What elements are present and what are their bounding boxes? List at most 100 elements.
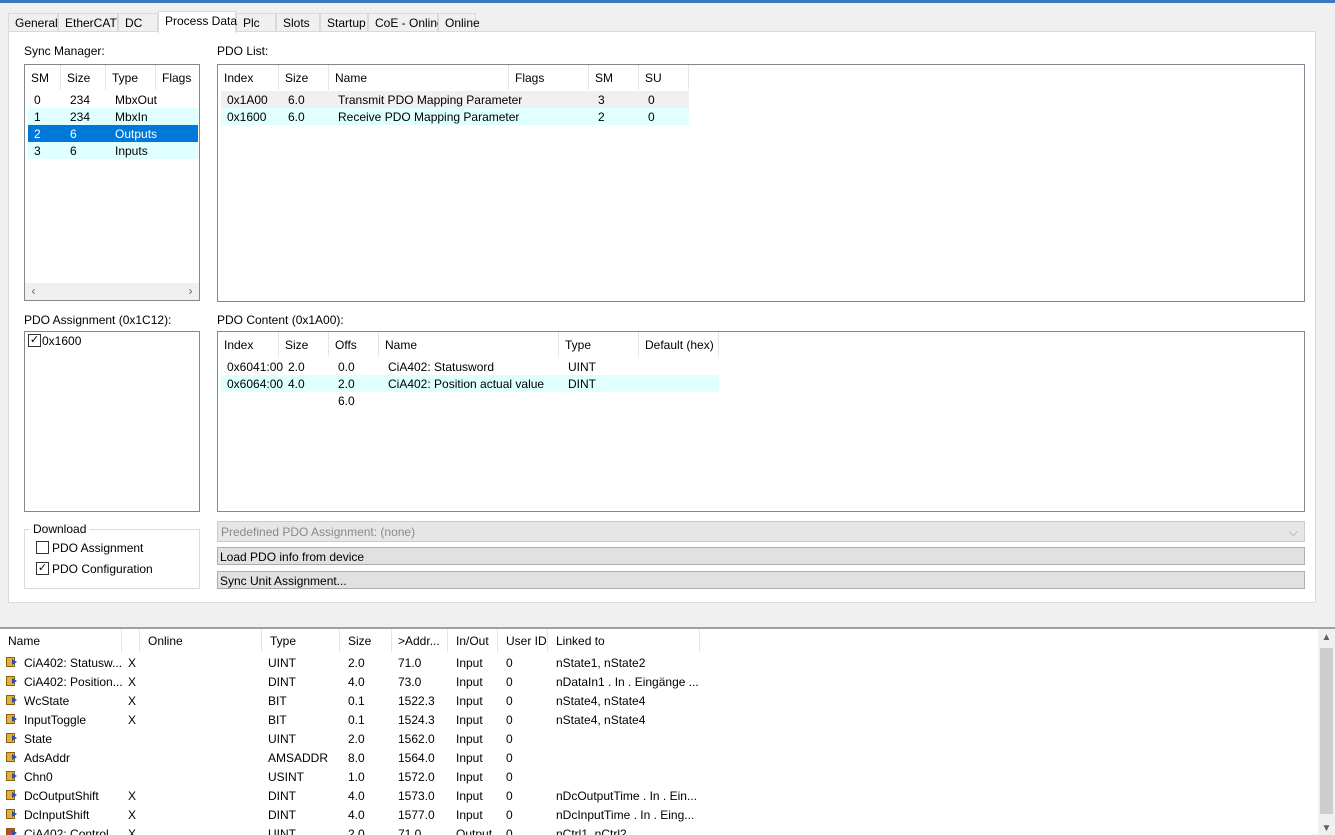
table-row[interactable]: WcState X BIT 0.1 1522.3 Input 0 nState4, nStat… [0,691,1318,710]
index-cell: 0x6064:00 [227,377,284,391]
pdo-content-list[interactable]: Index Size Offs Name Type Default (hex) … [217,331,1305,512]
table-row[interactable]: State UINT 2.0 1562.0 Input 0 [0,729,1318,748]
column-header-addr[interactable]: >Addr... [392,629,448,652]
x-cell: X [128,789,137,803]
list-item-selected[interactable]: 2 6 Outputs [28,125,198,142]
addr-cell: 1564.0 [398,751,435,765]
table-row[interactable]: CiA402: Control... X UINT 2.0 71.0 Output 0 nCt… [0,824,1318,835]
column-header-index[interactable]: Index [218,332,279,357]
type-cell: DINT [268,789,296,803]
tab-ethercat[interactable]: EtherCAT [58,13,118,32]
name-cell: CiA402: Control... [24,827,119,835]
pdo-assignment-checkbox[interactable]: ✓ [28,334,41,347]
tab-process-data[interactable]: Process Data [158,11,237,33]
pdo-assignment-download-checkbox[interactable] [36,541,49,554]
input-variable-icon [6,676,17,686]
column-header-name[interactable]: Name [0,629,122,652]
table-row[interactable]: CiA402: Position... X DINT 4.0 73.0 Input 0 nDa… [0,672,1318,691]
pdo-assignment-item-label[interactable]: 0x1600 [42,334,81,348]
tab-online[interactable]: Online [438,13,480,32]
tab-coe-online[interactable]: CoE - Online [368,13,444,32]
tab-dc[interactable]: DC [118,13,158,32]
list-item[interactable]: 0 234 MbxOut [28,91,198,108]
column-header-size[interactable]: Size [279,65,329,90]
sm-cell: 1 [34,110,41,124]
column-header-blank[interactable] [122,629,140,652]
pdo-configuration-download-label[interactable]: PDO Configuration [52,562,153,576]
type-cell: DINT [568,377,596,391]
column-header-size[interactable]: Size [340,629,392,652]
linked-cell: nDcInputTime . In . Eing... [556,808,695,822]
type-cell: USINT [268,770,304,784]
column-header-userid[interactable]: User ID [498,629,548,652]
table-row[interactable]: 0x6041:00 2.0 0.0 CiA402: Statusword UIN… [221,358,719,375]
table-row[interactable]: 0x1600 6.0 Receive PDO Mapping Parameter… [221,108,689,125]
default-cell [642,392,648,409]
list-item[interactable]: 3 6 Inputs [28,142,198,159]
scrollbar-thumb[interactable] [1320,648,1333,814]
inout-cell: Input [456,789,483,803]
table-row[interactable]: 0x1A00 6.0 Transmit PDO Mapping Paramete… [221,91,689,108]
tab-plc[interactable]: Plc [236,13,276,32]
vertical-scrollbar[interactable]: ▲ ▼ [1318,629,1335,835]
list-item[interactable]: 1 234 MbxIn [28,108,198,125]
addr-cell: 1524.3 [398,713,435,727]
sync-unit-assignment-button[interactable]: Sync Unit Assignment... [217,571,1305,589]
column-header-type[interactable]: Type [106,65,156,90]
column-header-sm[interactable]: SM [589,65,639,90]
tab-slots[interactable]: Slots [276,13,320,32]
table-row[interactable]: Chn0 USINT 1.0 1572.0 Input 0 [0,767,1318,786]
column-header-type[interactable]: Type [559,332,639,357]
table-row[interactable]: 0x6064:00 4.0 2.0 CiA402: Position actua… [221,375,719,392]
table-row[interactable]: AdsAddr AMSADDR 8.0 1564.0 Input 0 [0,748,1318,767]
column-header-online[interactable]: Online [140,629,262,652]
scroll-up-icon[interactable]: ▲ [1318,632,1335,643]
table-row[interactable]: DcOutputShift X DINT 4.0 1573.0 Input 0 nDcOutp… [0,786,1318,805]
variables-grid[interactable]: Name Online Type Size >Addr... In/Out Us… [0,627,1335,835]
load-pdo-info-button[interactable]: Load PDO info from device [217,547,1305,565]
scroll-right-icon[interactable]: › [182,284,199,299]
table-row[interactable]: 6.0 [221,392,719,409]
addr-cell: 71.0 [398,656,422,670]
userid-cell: 0 [506,751,513,765]
column-header-default[interactable]: Default (hex) [639,332,719,357]
column-header-flags[interactable]: Flags [509,65,589,90]
scroll-left-icon[interactable]: ‹ [25,284,42,299]
inout-cell: Input [456,770,483,784]
size-cell: 6 [70,127,77,141]
column-header-flags[interactable]: Flags [156,65,199,90]
table-row[interactable]: DcInputShift X DINT 4.0 1577.0 Input 0 nDcInput… [0,805,1318,824]
table-row[interactable]: InputToggle X BIT 0.1 1524.3 Input 0 nState4, n… [0,710,1318,729]
size-cell: 6 [70,144,77,158]
column-header-su[interactable]: SU [639,65,689,90]
column-header-name[interactable]: Name [379,332,559,357]
splitter[interactable] [0,604,1335,627]
column-header-size[interactable]: Size [61,65,106,90]
output-variable-icon [6,828,17,835]
tab-startup[interactable]: Startup [320,13,368,32]
tab-general[interactable]: General [8,13,58,32]
predefined-pdo-assignment-select[interactable]: Predefined PDO Assignment: (none) ⌵ [217,521,1305,542]
pdo-assignment-list[interactable]: ✓ 0x1600 [24,331,200,512]
linked-cell [556,767,700,786]
horizontal-scrollbar[interactable]: ‹ › [25,283,199,300]
input-variable-icon [6,733,17,743]
sync-manager-list[interactable]: SM Size Type Flags 0 234 MbxOut 1 234 Mb… [24,64,200,301]
name-cell: WcState [24,694,70,708]
x-cell: X [128,675,137,689]
column-header-sm[interactable]: SM [25,65,61,90]
type-cell: UINT [568,360,596,374]
table-row[interactable]: CiA402: Statusw... X UINT 2.0 71.0 Input 0 nSta… [0,653,1318,672]
pdo-assignment-download-label[interactable]: PDO Assignment [52,541,143,555]
pdo-configuration-download-checkbox[interactable]: ✓ [36,562,49,575]
pdo-list[interactable]: Index Size Name Flags SM SU 0x1A00 6.0 T… [217,64,1305,302]
scroll-down-icon[interactable]: ▼ [1318,823,1335,834]
column-header-name[interactable]: Name [329,65,509,90]
column-header-type[interactable]: Type [262,629,340,652]
column-header-linked-to[interactable]: Linked to [548,629,700,652]
column-header-size[interactable]: Size [279,332,329,357]
linked-cell: nCtrl1, nCtrl2 [556,827,627,835]
column-header-inout[interactable]: In/Out [448,629,498,652]
column-header-offs[interactable]: Offs [329,332,379,357]
column-header-index[interactable]: Index [218,65,279,90]
